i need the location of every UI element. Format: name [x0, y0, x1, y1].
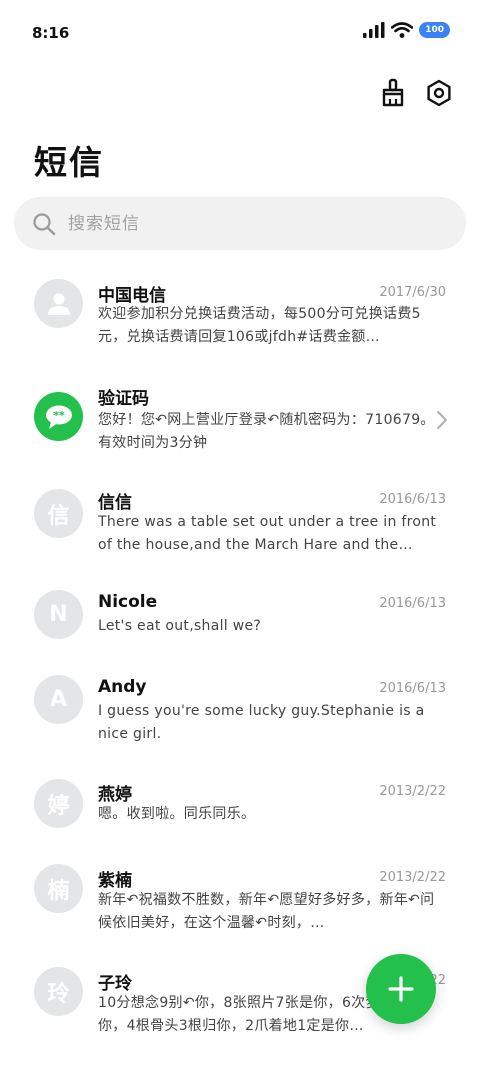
message-preview: 欢迎参加积分兑换话费活动，每500分可兑换话费5元，兑换话费请回复106或jfd… — [98, 306, 421, 345]
battery-indicator: 100 — [419, 22, 450, 38]
avatar — [34, 279, 83, 328]
message-date: 2016/6/13 — [379, 492, 446, 507]
top-actions — [378, 78, 454, 108]
avatar: ** — [34, 392, 83, 441]
search-input[interactable] — [68, 213, 428, 234]
avatar: A — [34, 675, 83, 724]
wifi-icon — [391, 22, 414, 38]
avatar: 楠 — [34, 864, 83, 913]
sender-name: 紫楠 — [98, 871, 132, 891]
search-bar[interactable] — [14, 197, 466, 250]
sender-name: Nicole — [98, 592, 158, 612]
list-item[interactable]: N Nicole 2016/6/13 Let's eat out,shall w… — [0, 590, 480, 670]
sender-name: 验证码 — [98, 389, 149, 409]
message-date: 2013/2/22 — [379, 870, 446, 885]
list-item[interactable]: A Andy 2016/6/13 I guess you're some luc… — [0, 675, 480, 775]
sender-name: 燕婷 — [98, 785, 132, 805]
new-message-button[interactable] — [366, 954, 436, 1024]
gear-icon — [427, 79, 451, 107]
sender-name: Andy — [98, 677, 147, 697]
clean-button[interactable] — [378, 78, 408, 108]
list-item[interactable]: 中国电信 2017/6/30 欢迎参加积分兑换话费活动，每500分可兑换话费5元… — [0, 276, 480, 376]
broom-icon — [382, 78, 404, 107]
list-item[interactable]: 楠 紫楠 2013/2/22 新年↶祝福数不胜数，新年↶愿望好多好多，新年↶问候… — [0, 864, 480, 964]
settings-button[interactable] — [424, 78, 454, 108]
avatar: 婷 — [34, 779, 83, 828]
sender-name: 子玲 — [98, 974, 132, 994]
list-item[interactable]: ** 验证码 您好！您↶网上营业厅登录↶随机密码为：710679。有效时间为3分… — [0, 379, 480, 479]
avatar: N — [34, 590, 83, 639]
message-preview: 嗯。收到啦。同乐同乐。 — [98, 806, 256, 822]
search-icon — [33, 212, 56, 235]
avatar: 信 — [34, 489, 83, 538]
message-preview: There was a table set out under a tree i… — [98, 514, 437, 553]
page-title: 短信 — [34, 143, 104, 182]
plus-icon — [388, 976, 414, 1002]
list-item[interactable]: 信 信信 2016/6/13 There was a table set out… — [0, 486, 480, 586]
sender-name: 信信 — [98, 493, 132, 513]
status-time: 8:16 — [32, 24, 70, 42]
message-date: 2016/6/13 — [379, 681, 446, 696]
status-bar: 8:16 100 — [0, 0, 480, 66]
message-preview: Let's eat out,shall we? — [98, 618, 262, 634]
status-icons: 100 — [363, 22, 450, 38]
message-preview: 新年↶祝福数不胜数，新年↶愿望好多好多，新年↶问候依旧美好，在这个温馨↶时刻，… — [98, 892, 435, 931]
message-date: 2016/6/13 — [379, 596, 446, 611]
message-date: 2017/6/30 — [379, 285, 446, 300]
list-item[interactable]: 婷 燕婷 2013/2/22 嗯。收到啦。同乐同乐。 — [0, 778, 480, 858]
message-preview: 您好！您↶网上营业厅登录↶随机密码为：710679。有效时间为3分钟 — [98, 412, 435, 451]
message-date: 2013/2/22 — [379, 784, 446, 799]
avatar: 玲 — [34, 967, 83, 1016]
chevron-right-icon — [437, 411, 447, 429]
signal-icon — [363, 22, 385, 38]
person-icon — [47, 293, 70, 315]
svg-text:**: ** — [53, 409, 65, 422]
message-preview: I guess you're some lucky guy.Stephanie … — [98, 703, 425, 742]
chat-bubble-icon: ** — [45, 405, 72, 429]
